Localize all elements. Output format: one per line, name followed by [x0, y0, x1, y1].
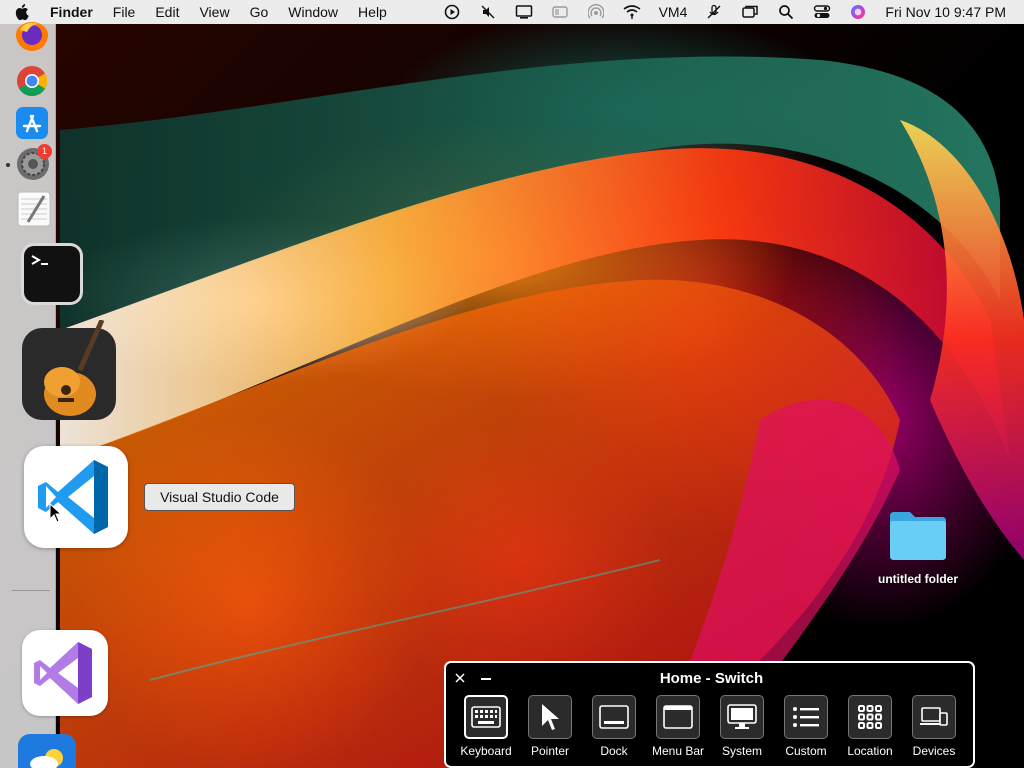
- switch-control-panel: Home - Switch Keyboard Pointer Dock Menu…: [444, 661, 975, 768]
- dock-button[interactable]: Dock: [582, 695, 646, 758]
- siri-icon[interactable]: [849, 3, 867, 21]
- custom-button[interactable]: Custom: [774, 695, 838, 758]
- play-circle-icon[interactable]: [443, 3, 461, 21]
- no-microphone-icon[interactable]: [705, 3, 723, 21]
- running-indicator: [6, 163, 10, 167]
- menu-go[interactable]: Go: [250, 4, 269, 20]
- desktop-wallpaper: [0, 0, 1024, 768]
- dock-vscode-icon[interactable]: [24, 446, 128, 548]
- menu-bar-button[interactable]: Menu Bar: [646, 695, 710, 758]
- menu-window[interactable]: Window: [288, 4, 338, 20]
- pointer-button[interactable]: Pointer: [518, 695, 582, 758]
- grid-icon: [848, 695, 892, 739]
- location-button[interactable]: Location: [838, 695, 902, 758]
- airdrop-icon[interactable]: [587, 3, 605, 21]
- dock: 1: [0, 22, 128, 768]
- menu-bar: Finder File Edit View Go Window Help VM4: [0, 0, 1024, 24]
- notification-badge: 1: [37, 144, 52, 159]
- pointer-icon: [528, 695, 572, 739]
- control-center-icon[interactable]: [813, 3, 831, 21]
- dock-divider: [12, 590, 50, 591]
- keyboard-button[interactable]: Keyboard: [454, 695, 518, 758]
- keyboard-label: Keyboard: [460, 744, 512, 758]
- location-label: Location: [847, 744, 893, 758]
- menubar-clock[interactable]: Fri Nov 10 9:47 PM: [885, 4, 1006, 20]
- dock-icon: [592, 695, 636, 739]
- system-icon: [720, 695, 764, 739]
- system-button[interactable]: System: [710, 695, 774, 758]
- dock-system-preferences-icon[interactable]: 1: [16, 144, 52, 181]
- devices-icon: [912, 695, 956, 739]
- mouse-cursor-icon: [49, 502, 63, 523]
- folder-icon[interactable]: [886, 508, 950, 564]
- wifi-icon[interactable]: [623, 3, 641, 21]
- dock-app-store-icon[interactable]: [16, 107, 48, 139]
- dock-weather-icon[interactable]: [18, 734, 76, 768]
- display-icon[interactable]: [515, 3, 533, 21]
- dock-tooltip: Visual Studio Code: [144, 483, 295, 511]
- menu-bar-icon: [656, 695, 700, 739]
- devices-button[interactable]: Devices: [902, 695, 966, 758]
- menu-bar-label: Menu Bar: [651, 744, 705, 758]
- menu-view[interactable]: View: [199, 4, 229, 20]
- apple-icon[interactable]: [14, 4, 30, 20]
- dock-terminal-icon[interactable]: [20, 242, 84, 306]
- spotlight-search-icon[interactable]: [777, 3, 795, 21]
- dock-firefox-icon[interactable]: [15, 22, 49, 52]
- menu-help[interactable]: Help: [358, 4, 387, 20]
- devices-label: Devices: [912, 744, 956, 758]
- list-icon: [784, 695, 828, 739]
- mute-icon[interactable]: [479, 3, 497, 21]
- folder-label[interactable]: untitled folder: [868, 572, 968, 586]
- dock-chrome-icon[interactable]: [16, 65, 48, 97]
- custom-label: Custom: [785, 744, 827, 758]
- keyboard-icon: [464, 695, 508, 739]
- system-label: System: [721, 744, 762, 758]
- status-area: VM4 Fri Nov 10 9:47 PM: [425, 0, 1006, 24]
- screen-mirroring-icon[interactable]: [741, 3, 759, 21]
- window-icon[interactable]: [551, 3, 569, 21]
- desktop-folder[interactable]: untitled folder: [868, 508, 968, 586]
- dock-label: Dock: [600, 744, 628, 758]
- vpn-label[interactable]: VM4: [659, 4, 688, 20]
- panel-button-row: Keyboard Pointer Dock Menu Bar System Cu…: [454, 695, 966, 758]
- menu-file[interactable]: File: [113, 4, 136, 20]
- pointer-label: Pointer: [530, 744, 570, 758]
- dock-textedit-icon[interactable]: [16, 190, 52, 228]
- menu-app-finder[interactable]: Finder: [50, 4, 93, 20]
- dock-visual-studio-icon[interactable]: [22, 630, 108, 716]
- panel-title: Home - Switch: [659, 670, 764, 687]
- dock-garageband-icon[interactable]: [22, 318, 116, 424]
- menu-edit[interactable]: Edit: [155, 4, 179, 20]
